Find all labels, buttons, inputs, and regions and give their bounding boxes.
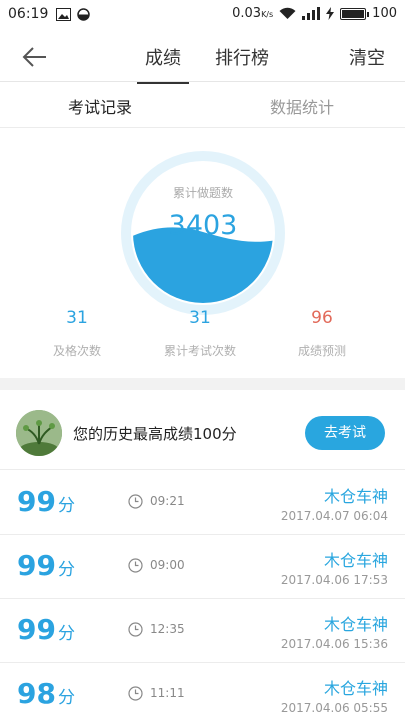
record-score: 99 分	[17, 485, 75, 518]
record-date: 2017.04.06 15:36	[280, 637, 388, 651]
best-score-row: 您的历史最高成绩100分 去考试	[0, 390, 405, 470]
tab-data-stats[interactable]: 数据统计	[270, 94, 334, 118]
record-date: 2017.04.06 05:55	[280, 701, 388, 715]
stat-exam-count: 31 累计考试次数	[140, 308, 260, 359]
net-speed: 0.03K/s	[232, 6, 274, 21]
record-name: 木仓车神	[323, 615, 388, 634]
wifi-icon	[279, 7, 296, 19]
record-date: 2017.04.06 17:53	[280, 573, 388, 587]
image-icon	[56, 8, 71, 21]
avatar-image	[16, 410, 62, 456]
back-arrow-icon[interactable]	[20, 42, 50, 72]
avatar[interactable]	[16, 410, 62, 456]
status-time: 06:19	[8, 6, 49, 22]
charging-icon	[326, 7, 335, 20]
record-duration: 09:21	[150, 494, 185, 508]
record-score: 98 分	[17, 677, 75, 710]
record-name: 木仓车神	[323, 679, 388, 698]
record-name: 木仓车神	[323, 487, 388, 506]
data-saver-icon	[77, 8, 90, 21]
best-score-text: 您的历史最高成绩100分	[73, 425, 237, 443]
stat-label: 及格次数	[52, 344, 101, 358]
stat-label: 累计考试次数	[163, 344, 236, 358]
tab-ranking[interactable]: 排行榜	[215, 44, 269, 70]
section-divider	[0, 378, 405, 390]
record-score: 99 分	[17, 613, 75, 646]
top-nav: 成绩 排行榜 清空	[0, 30, 405, 84]
record-name: 木仓车神	[323, 551, 388, 570]
record-duration: 09:00	[150, 558, 185, 572]
stat-label: 成绩预测	[297, 344, 346, 358]
stat-value: 96	[311, 308, 333, 328]
stat-pass-count: 31 及格次数	[17, 308, 137, 359]
take-exam-button[interactable]: 去考试	[305, 416, 385, 450]
gauge-label: 累计做题数	[172, 186, 233, 200]
signal-icon	[302, 7, 321, 20]
stat-prediction: 96 成绩预测	[262, 308, 382, 359]
record-score: 99 分	[17, 549, 75, 582]
stats-panel: 累计做题数 3403 31 及格次数 31 累计考试次数 96 成绩预测	[0, 128, 405, 378]
clock-icon	[128, 558, 143, 573]
record-duration: 11:11	[150, 686, 185, 700]
stat-value: 31	[189, 308, 211, 328]
status-bar: 06:19 0.03K/s 100	[0, 0, 405, 30]
sub-tabs: 考试记录 数据统计	[0, 82, 405, 131]
clear-button[interactable]: 清空	[349, 44, 385, 70]
clock-icon	[128, 494, 143, 509]
list-item[interactable]: 99 分 09:00 木仓车神 2017.04.06 17:53	[0, 535, 405, 599]
tab-score[interactable]: 成绩	[137, 44, 189, 84]
clock-icon	[128, 686, 143, 701]
list-item[interactable]: 99 分 09:21 木仓车神 2017.04.07 06:04	[0, 471, 405, 535]
status-left-icons	[56, 8, 90, 21]
questions-gauge: 累计做题数 3403	[120, 150, 286, 316]
record-duration: 12:35	[150, 622, 185, 636]
record-date: 2017.04.07 06:04	[280, 509, 388, 523]
list-item[interactable]: 99 分 12:35 木仓车神 2017.04.06 15:36	[0, 599, 405, 663]
status-right: 0.03K/s 100	[232, 6, 397, 21]
list-item[interactable]: 98 分 11:11 木仓车神 2017.04.06 05:55	[0, 663, 405, 720]
stat-value: 31	[66, 308, 88, 328]
battery-level: 100	[372, 6, 397, 21]
gauge-value: 3403	[168, 210, 238, 241]
clock-icon	[128, 622, 143, 637]
tab-exam-records[interactable]: 考试记录	[68, 94, 132, 131]
battery-icon	[340, 7, 370, 20]
